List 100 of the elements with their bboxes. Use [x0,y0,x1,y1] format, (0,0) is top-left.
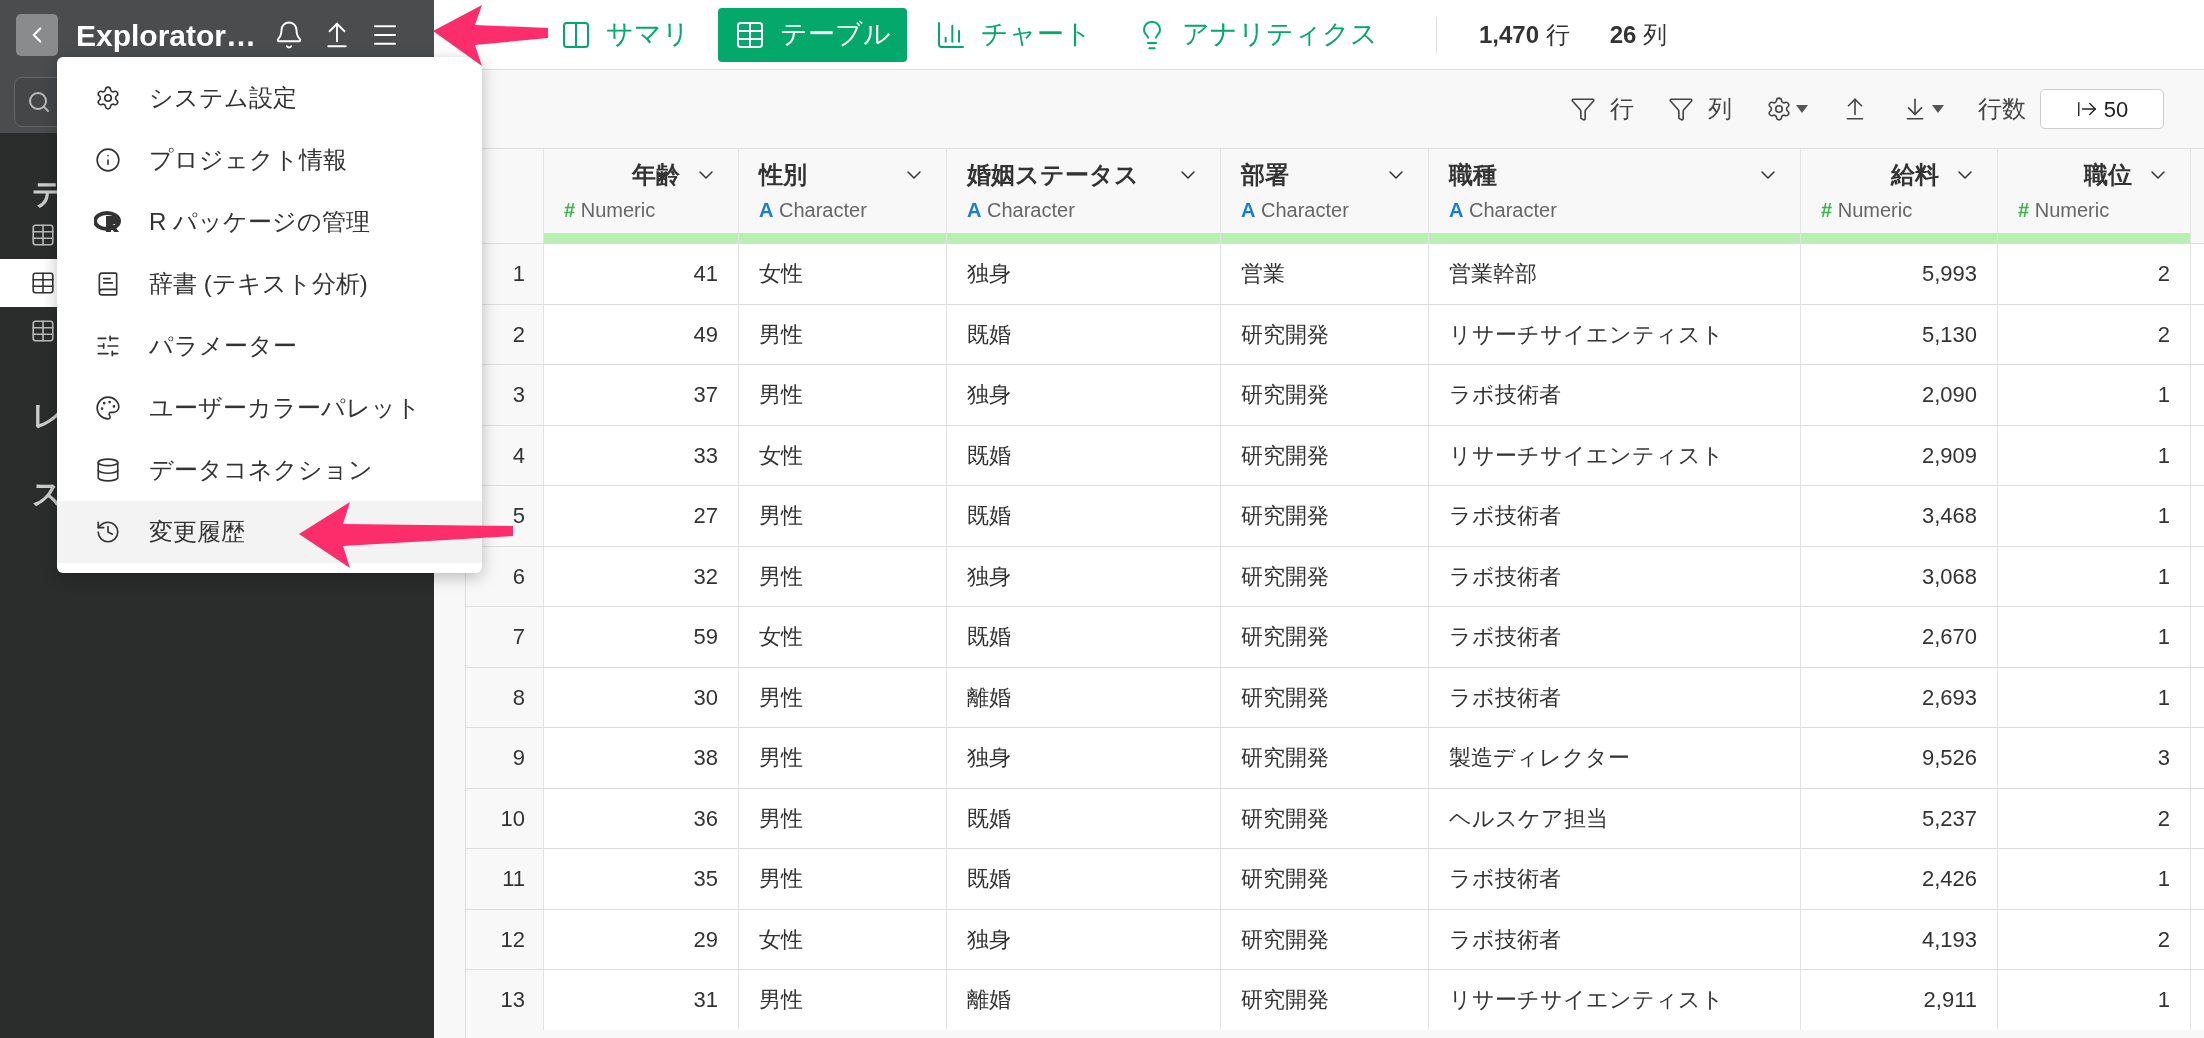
table-cell: 男性 [739,667,947,727]
count-label: 1,470 行 [1479,19,1570,50]
table-cell: 男性 [739,849,947,909]
table-cell: 2,426 [1801,849,1998,909]
table-cell: 独身 [947,909,1221,969]
table-cell: 女性 [739,607,947,667]
table-cell: 36 [544,788,739,848]
table-cell: 男性 [739,546,947,606]
table-cell: 男性 [739,486,947,546]
table-cell: ラボ技術者 [1429,546,1801,606]
menu-item-label: 辞書 (テキスト分析) [149,269,368,299]
table-cell: 2,670 [1801,607,1998,667]
section-heading: テ [32,176,63,211]
column-title: 婚姻ステータス [967,160,1139,190]
column-type: A Character [759,198,868,223]
menu-item-label: データコネクション [149,455,373,485]
table-cell: 研究開発 [1221,425,1429,485]
table-cell: 独身 [947,365,1221,425]
table-cell: ラボ技術者 [1429,486,1801,546]
column-title: 性別 [759,160,807,190]
row-number: 8 [466,667,544,727]
table-cell: 59 [544,607,739,667]
table-cell: 33 [544,425,739,485]
table-cell: 38 [544,728,739,788]
table-cell: 研究開発 [1221,486,1429,546]
table-cell: 41 [544,244,739,304]
menu-item-label: 変更履歴 [149,517,245,547]
table-cell: リサーチサイエンティスト [1429,425,1801,485]
menu-item-label: ユーザーカラーパレット [149,393,421,423]
table-cell: 離婚 [947,667,1221,727]
column-title: 給料 [1891,160,1939,190]
column-type: # Numeric [2018,198,2111,223]
table-cell: ヘルスケア担当 [1429,788,1801,848]
menu-item-label: システム設定 [149,83,297,113]
table-cell: 1 [1998,546,2191,606]
table-cell: 製造ディレクター [1429,728,1801,788]
table-cell: 1 [1998,486,2191,546]
project-title: Explorator… [76,17,257,54]
table-cell: 営業 [1221,244,1429,304]
table-cell: 29 [544,909,739,969]
table-cell: 研究開発 [1221,728,1429,788]
row-number: 9 [466,728,544,788]
table-cell: 研究開発 [1221,546,1429,606]
table-cell: 男性 [739,728,947,788]
table-cell: 研究開発 [1221,970,1429,1030]
table-cell: 5,237 [1801,788,1998,848]
table-cell: 31 [544,970,739,1030]
table-cell: 男性 [739,304,947,364]
table-cell: 2 [1998,909,2191,969]
table-cell: 4,193 [1801,909,1998,969]
table-cell: 32 [544,546,739,606]
table-cell: 独身 [947,244,1221,304]
table-cell: ラボ技術者 [1429,909,1801,969]
table-cell: 5,130 [1801,304,1998,364]
table-cell: 1 [1998,667,2191,727]
row-number: 7 [466,607,544,667]
table-cell: 2,911 [1801,970,1998,1030]
column-type: A Character [1241,198,1350,223]
menu-item-label: R パッケージの管理 [149,207,370,237]
row-number: 12 [466,909,544,969]
rows-label: 行数 [1978,94,2026,124]
table-cell: 既婚 [947,486,1221,546]
table-cell: 既婚 [947,425,1221,485]
menu-item-label: プロジェクト情報 [149,145,347,175]
row-number: 13 [466,970,544,1030]
table-cell: 3,468 [1801,486,1998,546]
table-cell: 1 [1998,425,2191,485]
table-cell: 35 [544,849,739,909]
table-cell: 2,090 [1801,365,1998,425]
table-cell: ラボ技術者 [1429,667,1801,727]
table-cell: 5,993 [1801,244,1998,304]
table-cell: 既婚 [947,788,1221,848]
table-cell: 研究開発 [1221,909,1429,969]
table-cell: 研究開発 [1221,667,1429,727]
column-title: 部署 [1241,160,1289,190]
table-cell: 研究開発 [1221,365,1429,425]
table-cell: 女性 [739,425,947,485]
column-title: 年齢 [632,160,680,190]
column-type: A Character [967,198,1076,223]
column-type: A Character [1449,198,1558,223]
table-cell: 3 [1998,728,2191,788]
table-cell: 研究開発 [1221,607,1429,667]
table-cell: ラボ技術者 [1429,849,1801,909]
table-cell: 独身 [947,546,1221,606]
table-cell: 2,693 [1801,667,1998,727]
table-cell: 27 [544,486,739,546]
table-cell: 営業幹部 [1429,244,1801,304]
table-cell: 3,068 [1801,546,1998,606]
table-cell: 2 [1998,788,2191,848]
table-cell: リサーチサイエンティスト [1429,970,1801,1030]
table-cell: 離婚 [947,970,1221,1030]
table-cell: 男性 [739,788,947,848]
table-cell: 30 [544,667,739,727]
table-cell: 既婚 [947,849,1221,909]
table-cell: 研究開発 [1221,849,1429,909]
table-cell: 1 [1998,849,2191,909]
column-type: # Numeric [1821,198,1914,223]
table-cell: 1 [1998,970,2191,1030]
table-cell: 女性 [739,909,947,969]
table-cell: 研究開発 [1221,788,1429,848]
